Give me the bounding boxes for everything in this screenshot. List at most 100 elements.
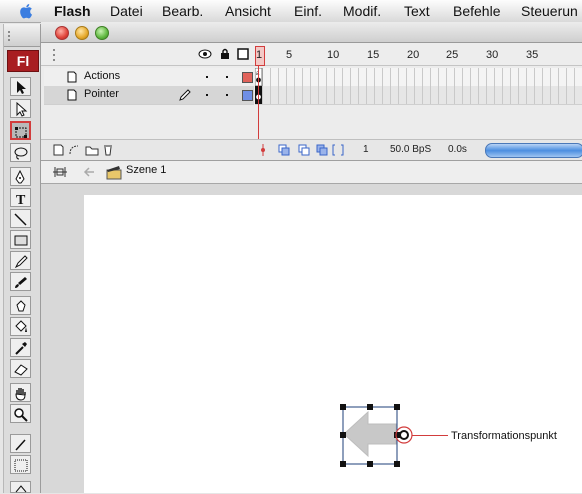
pen-tool-button[interactable] (10, 167, 31, 186)
pen-icon (15, 170, 25, 184)
menu-bearbeiten[interactable]: Bearb. (162, 3, 203, 19)
current-frame-value: 1 (363, 144, 369, 155)
menu-modifizieren[interactable]: Modif. (343, 3, 381, 19)
paint-bucket-icon (15, 320, 27, 332)
eraser-tool-button[interactable] (10, 359, 31, 378)
lasso-icon (14, 147, 28, 160)
subselection-tool-button[interactable] (10, 99, 31, 118)
line-icon (14, 213, 27, 226)
ink-bottle-icon (16, 300, 26, 312)
free-transform-icon (15, 127, 27, 138)
frame-number-5: 5 (286, 49, 293, 61)
stroke-pencil-icon (15, 439, 26, 451)
lock-icon[interactable] (219, 48, 231, 60)
pencil-icon (14, 255, 28, 269)
layer-name: Actions (84, 70, 121, 82)
timeline-header (41, 43, 582, 66)
layer-row-pointer[interactable]: Pointer (44, 86, 254, 105)
layer-color-swatch[interactable] (242, 90, 253, 101)
scene-clapper-icon (106, 166, 122, 180)
onion-skin-buttons[interactable] (277, 142, 347, 158)
menu-ansicht[interactable]: Ansicht (225, 3, 271, 19)
black-white-button[interactable] (10, 481, 31, 493)
pointer-symbol[interactable] (334, 400, 414, 470)
stage[interactable] (84, 195, 582, 493)
frame-number-15: 15 (367, 49, 380, 61)
line-tool-button[interactable] (10, 209, 31, 228)
transformation-point-handle[interactable] (399, 430, 409, 440)
panel-grip-icon[interactable] (51, 45, 61, 65)
lock-dot[interactable] (226, 76, 228, 78)
minimize-window-icon[interactable] (75, 26, 89, 40)
eyedropper-tool-button[interactable] (10, 338, 31, 357)
layer-color-swatch[interactable] (242, 72, 253, 83)
timeline-footer (41, 139, 582, 161)
close-window-icon[interactable] (55, 26, 69, 40)
layer-buttons (53, 144, 112, 156)
outline-icon[interactable] (237, 48, 249, 60)
selection-tool-button[interactable] (10, 77, 31, 96)
rectangle-tool-button[interactable] (10, 230, 31, 249)
add-guide-icon (69, 145, 79, 155)
lasso-tool-button[interactable] (10, 143, 31, 162)
timeline-scrollbar[interactable] (485, 143, 582, 158)
fill-color-button[interactable] (10, 455, 31, 474)
menu-app-flash[interactable]: Flash (54, 3, 91, 19)
callout-line (412, 435, 448, 436)
ink-bottle-tool-button[interactable] (10, 296, 31, 315)
paint-bucket-tool-button[interactable] (10, 317, 31, 336)
rectangle-icon (14, 235, 28, 246)
arrow-icon (17, 81, 26, 94)
zoom-tool-button[interactable] (10, 404, 31, 423)
frame-number-20: 20 (407, 49, 420, 61)
scene-name[interactable]: Szene 1 (126, 164, 166, 176)
text-tool-button[interactable]: T (10, 188, 31, 207)
transformation-point-label: Transformationspunkt (451, 430, 557, 442)
trash-icon (104, 145, 112, 156)
free-transform-tool-button[interactable] (10, 121, 31, 140)
elapsed-time-value: 0.0s (448, 144, 467, 155)
visibility-dot[interactable] (206, 94, 208, 96)
frame-number-25: 25 (446, 49, 459, 61)
menu-bar: Flash Datei Bearb. Ansicht Einf. Modif. … (0, 0, 582, 23)
tools-panel-titlebar[interactable] (4, 24, 40, 47)
eye-icon[interactable] (198, 48, 212, 60)
menu-befehle[interactable]: Befehle (453, 3, 500, 19)
stroke-color-button[interactable] (10, 434, 31, 453)
eraser-icon (14, 364, 28, 376)
brush-icon (15, 277, 27, 288)
add-layer-icon (53, 144, 64, 156)
frame-number-35: 35 (526, 49, 539, 61)
text-icon: T (16, 193, 26, 206)
hollow-arrow-icon (16, 102, 28, 117)
zoom-window-icon[interactable] (95, 26, 109, 40)
center-frame-icon[interactable] (257, 142, 271, 158)
visibility-dot[interactable] (206, 76, 208, 78)
keyframe-icon[interactable] (255, 86, 263, 104)
keyframe-icon[interactable]: a (255, 68, 263, 86)
frame-rate-value: 50.0 BpS (390, 144, 432, 155)
menu-datei[interactable]: Datei (110, 3, 143, 19)
pencil-edit-icon (179, 89, 191, 101)
layer-page-icon (67, 71, 77, 83)
apple-icon[interactable] (18, 2, 36, 20)
svg-text:T: T (16, 193, 26, 206)
menu-einfuegen[interactable]: Einf. (294, 3, 322, 19)
window-titlebar[interactable] (41, 22, 582, 43)
hand-tool-button[interactable] (10, 383, 31, 402)
frame-cells-actions[interactable]: a (255, 68, 582, 87)
lock-dot[interactable] (226, 94, 228, 96)
timeline-toggle-icon[interactable] (52, 164, 68, 180)
back-arrow-icon[interactable] (82, 165, 96, 179)
brush-tool-button[interactable] (10, 272, 31, 291)
menu-text[interactable]: Text (404, 3, 430, 19)
grip-icon (8, 31, 10, 41)
menu-steuerung[interactable]: Steuerun (521, 3, 578, 19)
frame-number-1: 1 (256, 49, 263, 61)
layer-row-actions[interactable]: Actions (44, 68, 254, 87)
layer-page-icon (67, 89, 77, 101)
flash-logo: Fl (7, 50, 39, 72)
layer-name: Pointer (84, 88, 119, 100)
pencil-tool-button[interactable] (10, 251, 31, 270)
frame-cells-pointer[interactable] (255, 86, 582, 105)
